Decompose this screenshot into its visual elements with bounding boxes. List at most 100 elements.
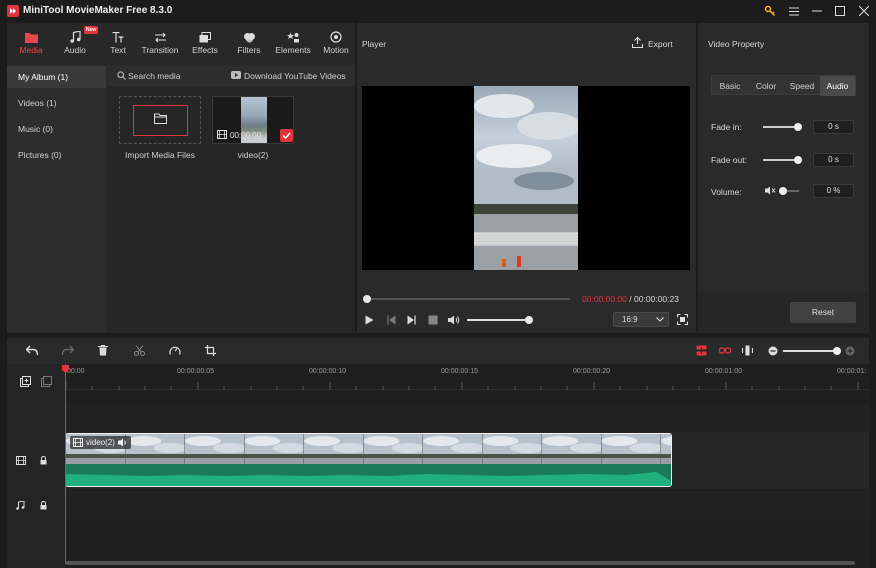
split-icon[interactable] [134, 345, 145, 356]
youtube-icon [231, 71, 241, 79]
timeline-scrollbar[interactable] [65, 561, 855, 565]
zoom-thumb[interactable] [833, 347, 841, 355]
previous-frame-icon[interactable] [387, 315, 396, 325]
key-icon[interactable] [761, 3, 779, 19]
timeline: 00:00 00:00:00:05 00:00:00:10 00:00:00:1… [7, 364, 869, 568]
extra-track-lane [65, 521, 869, 551]
media-clip-tile[interactable]: 00:00:00 [212, 96, 294, 144]
download-youtube-button[interactable]: Download YouTube Videos [244, 71, 346, 81]
player-volume-slider[interactable] [467, 316, 533, 324]
effects-icon [185, 29, 225, 45]
import-media-button[interactable] [119, 96, 201, 144]
export-icon [632, 37, 643, 48]
search-media-input[interactable]: Search media [128, 71, 180, 81]
checkmark-icon[interactable] [280, 129, 293, 142]
maximize-icon[interactable] [831, 3, 849, 19]
playhead-handle-icon[interactable] [62, 365, 69, 373]
player-screen [362, 86, 690, 270]
export-button[interactable]: Export [648, 39, 673, 49]
folder-icon [154, 113, 167, 124]
tab-speed[interactable]: Speed [784, 76, 820, 96]
tab-audio[interactable]: Audio [55, 29, 95, 63]
fullscreen-icon[interactable] [677, 314, 688, 325]
zoom-in-icon[interactable] [845, 346, 855, 356]
clip-duration: 00:00:00 [230, 131, 262, 140]
volume-slider[interactable] [779, 187, 799, 195]
player-progress-track[interactable] [363, 295, 570, 303]
app-title: MiniTool MovieMaker Free 8.3.0 [23, 5, 173, 16]
volume-value[interactable]: 0 % [813, 184, 854, 198]
title-bar: MiniTool MovieMaker Free 8.3.0 [0, 0, 876, 22]
track-headers [7, 364, 65, 568]
close-icon[interactable] [855, 3, 873, 19]
tab-effects[interactable]: Effects [185, 29, 225, 63]
timeline-video-clip[interactable]: video(2) [65, 433, 672, 487]
clip-label-box: video(2) [70, 436, 131, 449]
stop-icon[interactable] [428, 315, 438, 325]
lock-icon[interactable] [40, 456, 47, 465]
volume-thumb[interactable] [779, 187, 787, 195]
tab-motion-label: Motion [323, 45, 349, 55]
tab-transition[interactable]: Transition [139, 29, 181, 63]
fit-timeline-icon[interactable] [742, 345, 753, 356]
fade-in-thumb[interactable] [794, 123, 802, 131]
ruler-label-6: 00:00:01: [837, 368, 867, 375]
zoom-slider[interactable] [783, 347, 841, 355]
volume-icon[interactable] [448, 315, 460, 325]
tab-color[interactable]: Color [748, 76, 784, 96]
mute-icon[interactable] [765, 186, 776, 195]
tab-basic[interactable]: Basic [712, 76, 748, 96]
redo-icon[interactable] [62, 345, 74, 356]
snap-icon[interactable] [696, 345, 707, 356]
minimize-icon[interactable] [808, 3, 826, 19]
tab-media[interactable]: Media [11, 29, 51, 63]
fade-out-slider[interactable] [763, 156, 802, 164]
speed-icon[interactable] [169, 345, 181, 357]
media-content: Search media Download YouTube Videos Imp… [107, 66, 355, 333]
fade-in-value[interactable]: 0 s [813, 120, 854, 134]
tab-elements[interactable]: Elements [273, 29, 313, 63]
audio-lock-icon[interactable] [40, 501, 47, 510]
album-list: My Album (1) Videos (1) Music (0) Pictur… [7, 66, 106, 333]
player-title: Player [362, 39, 387, 49]
fade-in-slider[interactable] [763, 123, 802, 131]
clip-film-icon [73, 438, 83, 447]
chevron-down-icon [656, 317, 664, 322]
undo-icon[interactable] [26, 345, 38, 356]
reset-button[interactable]: Reset [790, 302, 856, 323]
fade-out-value[interactable]: 0 s [813, 153, 854, 167]
player-panel: Player Export 00:00:00:00 / 00:00:00:23 … [357, 23, 704, 333]
album-item-music[interactable]: Music (0) [7, 118, 106, 140]
player-volume-thumb[interactable] [525, 316, 533, 324]
crop-icon[interactable] [205, 345, 216, 356]
tab-media-label: Media [19, 45, 43, 55]
menu-icon[interactable] [785, 3, 803, 19]
play-icon[interactable] [365, 315, 374, 325]
player-progress-thumb[interactable] [363, 295, 371, 303]
empty-track-lane [65, 404, 869, 432]
tab-motion[interactable]: Motion [317, 29, 355, 63]
album-item-videos[interactable]: Videos (1) [7, 92, 106, 114]
add-track-icon[interactable] [20, 376, 31, 387]
ruler-label-2: 00:00:00:10 [309, 368, 346, 375]
tab-elements-label: Elements [275, 45, 311, 55]
tab-filters-label: Filters [237, 45, 261, 55]
tab-audio-property[interactable]: Audio [820, 76, 855, 96]
app-logo-icon [7, 5, 19, 17]
link-icon[interactable] [719, 345, 731, 356]
timeline-ruler[interactable]: 00:00 00:00:00:05 00:00:00:10 00:00:00:1… [65, 364, 869, 390]
tab-text[interactable]: Text [99, 29, 137, 63]
new-badge: New [84, 26, 99, 34]
media-toolbar: Media Audio New Text Transition Effects [7, 23, 355, 65]
delete-icon[interactable] [98, 345, 108, 356]
copy-track-icon[interactable] [41, 376, 52, 387]
zoom-out-icon[interactable] [768, 346, 778, 356]
property-title: Video Property [708, 39, 765, 49]
album-item-pictures[interactable]: Pictures (0) [7, 144, 106, 166]
aspect-ratio-select[interactable]: 16:9 [613, 312, 669, 327]
next-frame-icon[interactable] [407, 315, 416, 325]
album-item-my-album[interactable]: My Album (1) [7, 66, 106, 88]
fade-out-thumb[interactable] [794, 156, 802, 164]
tab-filters[interactable]: Filters [229, 29, 269, 63]
playhead[interactable] [65, 364, 66, 564]
